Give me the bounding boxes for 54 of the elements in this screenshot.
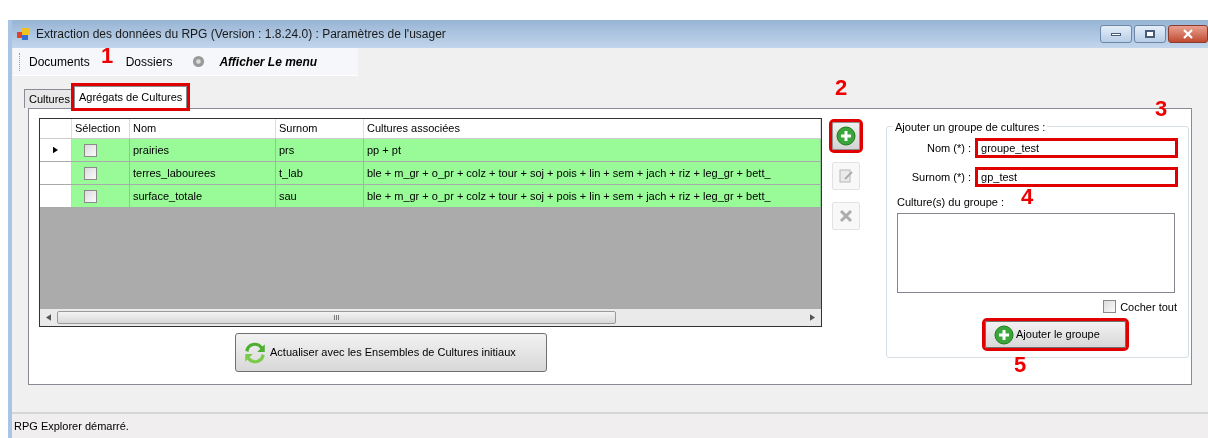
table-cell: terres_labourees — [130, 162, 276, 184]
menu-item[interactable]: Dossiers — [121, 52, 177, 71]
plus-icon — [836, 126, 856, 146]
delete-icon — [838, 208, 854, 224]
checkbox[interactable] — [84, 143, 97, 157]
column-header[interactable]: Cultures associées — [364, 119, 821, 138]
list-label: Culture(s) du groupe : — [897, 195, 1004, 210]
minimize-button[interactable] — [1100, 25, 1132, 43]
checkbox[interactable] — [84, 166, 97, 180]
annotation-number: 1 — [101, 45, 114, 67]
field-label: Nom (*) : — [926, 140, 973, 156]
current-row-icon — [53, 146, 58, 154]
table-cell: ble + m_gr + o_pr + colz + tour + soj + pois + lin + sem + jach + riz + leg_gr + bett_ — [364, 162, 821, 184]
status-text: RPG Explorer démarré. — [14, 418, 129, 434]
app-icon — [16, 27, 30, 41]
add-button[interactable] — [832, 122, 860, 150]
horizontal-scrollbar[interactable]: III — [40, 309, 821, 326]
text-field[interactable]: groupe_test — [975, 138, 1178, 158]
table-cell: surface_totale — [130, 185, 276, 207]
field-label: Surnom (*) : — [910, 169, 973, 185]
plus-icon — [994, 324, 1014, 345]
column-header[interactable]: Nom — [130, 119, 276, 138]
column-header[interactable]: Sélection — [72, 119, 130, 138]
edit-icon — [838, 168, 854, 184]
menu-item[interactable]: Documents — [25, 52, 94, 71]
checkbox[interactable] — [1103, 300, 1117, 314]
window-title: Extraction des données du RPG (Version : 1.8.24.0) : Paramètres de l'usager — [36, 26, 446, 43]
table-cell: ble + m_gr + o_pr + colz + tour + soj + pois + lin + sem + jach + riz + leg_gr + bett_ — [364, 185, 821, 207]
row-header[interactable] — [40, 139, 72, 161]
annotation-number: 4 — [1021, 186, 1034, 208]
arrow-left-icon[interactable] — [46, 314, 51, 321]
checkbox-label: Cocher tout — [1120, 299, 1177, 315]
arrow-right-icon[interactable] — [810, 314, 815, 321]
annotation-number: 5 — [1014, 354, 1027, 376]
table-cell: pp + pt — [364, 139, 821, 161]
annotation-number: 3 — [1155, 98, 1168, 120]
column-header[interactable]: Surnom — [276, 119, 364, 138]
text-field[interactable]: gp_test — [975, 167, 1178, 187]
gear-icon — [192, 55, 206, 68]
checkbox[interactable] — [84, 189, 97, 203]
scroll-thumb[interactable]: III — [57, 311, 616, 324]
annotation-number: 2 — [835, 77, 848, 99]
culture-list[interactable] — [897, 212, 1175, 293]
table-cell: t_lab — [276, 162, 364, 184]
close-button[interactable] — [1168, 25, 1208, 43]
table-cell: prs — [276, 139, 364, 161]
table-cell: sau — [276, 185, 364, 207]
tab[interactable]: Agrégats de Cultures — [73, 86, 188, 108]
close-icon — [1183, 29, 1193, 39]
refresh-button[interactable]: Actualiser avec les Ensembles de Cultures initiaux — [235, 333, 547, 372]
table-cell: prairies — [130, 139, 276, 161]
maximize-button[interactable] — [1134, 25, 1166, 43]
menu-item[interactable]: Afficher Le menu — [215, 52, 322, 71]
add-group-button[interactable]: Ajouter le groupe — [985, 321, 1126, 348]
